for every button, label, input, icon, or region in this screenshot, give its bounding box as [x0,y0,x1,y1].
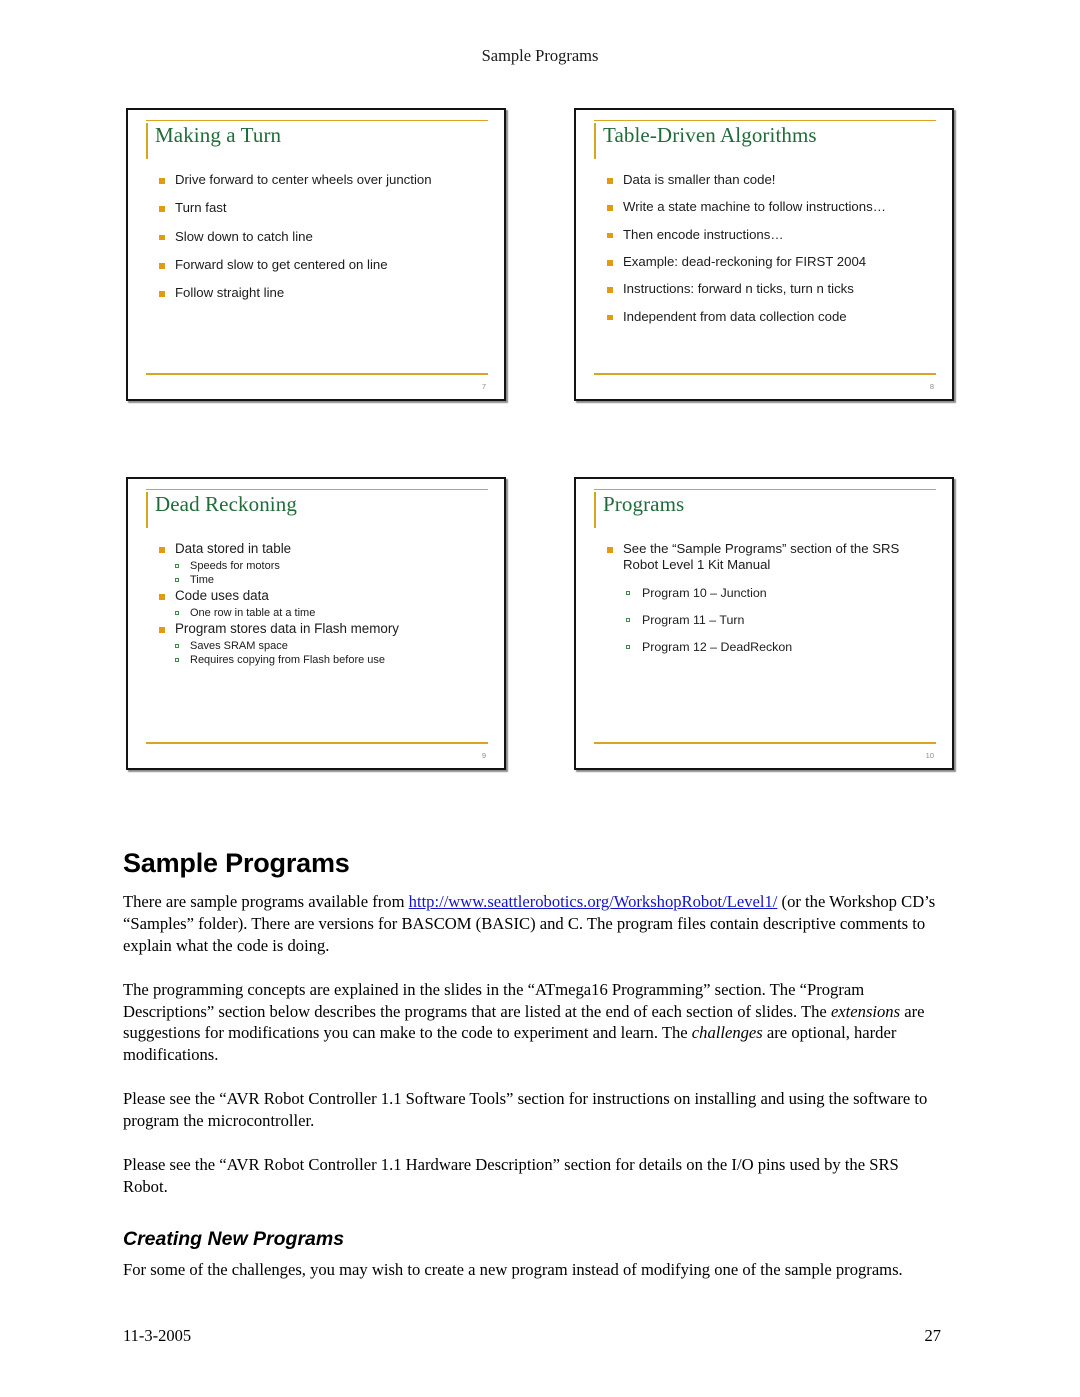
bullet-item: Write a state machine to follow instruct… [606,199,936,215]
slide-number: 7 [481,382,486,391]
slide-title: Dead Reckoning [155,492,297,516]
sub-bullet-item: One row in table at a time [158,607,488,620]
slide-number: 8 [929,382,934,391]
paragraph-text-before-link: There are sample programs available from [123,892,409,911]
slide-footer-rule [594,742,936,744]
bullet-item: Data is smaller than code! [606,172,936,188]
slide-content: Dead Reckoning Data stored in table Spee… [146,489,488,760]
emphasis-extensions: extensions [830,1001,901,1021]
paragraph-concepts: The programming concepts are explained i… [123,979,941,1067]
slide-title-block: Making a Turn [146,120,488,162]
slide-title: Table-Driven Algorithms [603,123,817,147]
slide-title-block: Programs [594,489,936,531]
slide-title-block: Table-Driven Algorithms [594,120,936,162]
slide-thumbnail-programs[interactable]: Programs See the “Sample Programs” secti… [574,477,954,770]
slide-title: Programs [603,492,685,516]
bullet-item: Drive forward to center wheels over junc… [158,172,488,188]
bullet-item: Example: dead-reckoning for FIRST 2004 [606,254,936,270]
sub-bullet-item: Requires copying from Flash before use [158,654,488,667]
bullet-item: Slow down to catch line [158,229,488,245]
slide-content: Making a Turn Drive forward to center wh… [146,120,488,391]
bullet-item: Instructions: forward n ticks, turn n ti… [606,281,936,297]
running-header: Sample Programs [481,46,599,65]
emphasis-challenges: challenges [691,1023,763,1043]
slide-footer: 10 [594,742,936,760]
sub-bullet-item: Speeds for motors [158,560,488,573]
paragraph-hardware-description: Please see the “AVR Robot Controller 1.1… [123,1155,899,1196]
footer-page-number: 27 [924,1326,942,1345]
sample-programs-link[interactable]: http://www.seattlerobotics.org/WorkshopR… [409,892,778,911]
slide-content: Programs See the “Sample Programs” secti… [594,489,936,760]
sub-bullet-item: Time [158,574,488,587]
bullet-item: Follow straight line [158,285,488,301]
slide-bullet-list: Data is smaller than code! Write a state… [594,172,936,325]
slide-content: Table-Driven Algorithms Data is smaller … [594,120,936,391]
slide-title-block: Dead Reckoning [146,489,488,531]
slide-bullet-list: See the “Sample Programs” section of the… [594,541,936,655]
bullet-item: Turn fast [158,200,488,216]
slide-footer: 8 [594,373,936,391]
slide-thumbnail-dead-reckoning[interactable]: Dead Reckoning Data stored in table Spee… [126,477,506,770]
slide-bullet-list: Drive forward to center wheels over junc… [146,172,488,302]
bullet-item: See the “Sample Programs” section of the… [606,541,936,574]
document-body: Sample Programs There are sample program… [123,848,941,1303]
section-heading-creating-new-programs: Creating New Programs [123,1227,345,1250]
slide-thumbnail-grid: Making a Turn Drive forward to center wh… [126,108,954,770]
slide-bullet-list: Data stored in table Speeds for motors T… [146,541,488,668]
slide-footer: 9 [146,742,488,760]
slide-footer-rule [146,742,488,744]
bullet-item: Data stored in table [158,541,488,558]
slide-thumbnail-making-a-turn[interactable]: Making a Turn Drive forward to center wh… [126,108,506,401]
bullet-item: Program stores data in Flash memory [158,621,488,638]
slide-footer-rule [146,373,488,375]
paragraph-creating-new-programs: For some of the challenges, you may wish… [123,1259,903,1279]
slide-footer-rule [594,373,936,375]
page-footer: 11-3-2005 27 [123,1326,941,1346]
paragraph-software-tools: Please see the “AVR Robot Controller 1.1… [123,1089,928,1131]
footer-date: 11-3-2005 [123,1326,192,1345]
slide-footer: 7 [146,373,488,391]
slide-number: 10 [925,751,934,760]
paragraph-text-a: The programming concepts are explained i… [123,979,865,1021]
slide-title: Making a Turn [155,123,282,147]
paragraph-intro: There are sample programs available from… [123,891,941,957]
sub-bullet-item: Program 12 – DeadReckon [606,640,936,655]
bullet-item: Code uses data [158,588,488,605]
bullet-item: Forward slow to get centered on line [158,257,488,273]
sub-bullet-item: Program 11 – Turn [606,613,936,628]
bullet-item: Then encode instructions… [606,227,936,243]
slide-thumbnail-table-driven-algorithms[interactable]: Table-Driven Algorithms Data is smaller … [574,108,954,401]
page-title: Sample Programs [123,848,350,878]
sub-bullet-item: Program 10 – Junction [606,586,936,601]
bullet-item: Independent from data collection code [606,309,936,325]
sub-bullet-item: Saves SRAM space [158,640,488,653]
slide-number: 9 [481,751,486,760]
